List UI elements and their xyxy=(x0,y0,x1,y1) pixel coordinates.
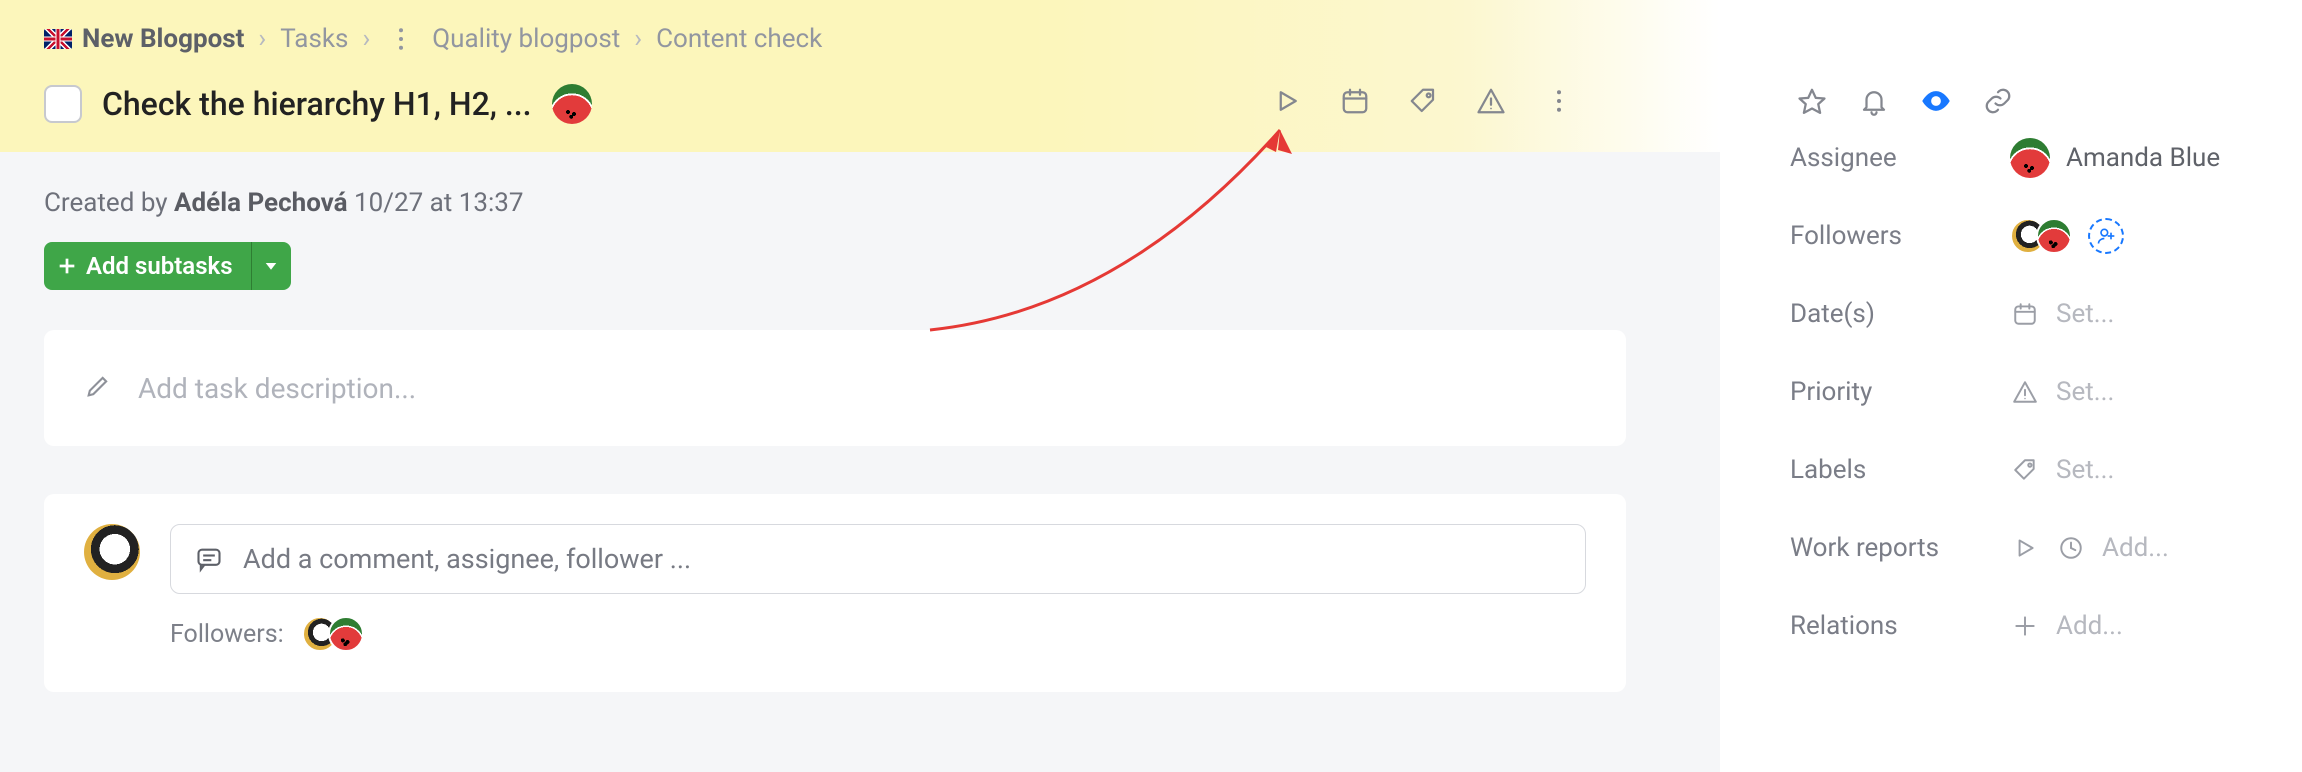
sb-work-value[interactable]: Add... xyxy=(2010,533,2169,563)
current-user-avatar[interactable] xyxy=(84,524,140,580)
add-subtasks-caret[interactable] xyxy=(251,242,291,290)
pencil-icon xyxy=(84,372,112,404)
assignee-name: Amanda Blue xyxy=(2066,143,2220,173)
labels-set: Set... xyxy=(2056,455,2114,485)
sb-dates-value[interactable]: Set... xyxy=(2010,299,2114,329)
followers-label: Followers: xyxy=(170,620,284,649)
sb-workreports-row: Work reports Add... xyxy=(1790,516,2242,580)
chevron-right-icon: › xyxy=(362,24,370,54)
tag-icon[interactable] xyxy=(1406,84,1440,118)
relations-add: Add... xyxy=(2056,611,2123,641)
follower-avatar[interactable] xyxy=(328,616,364,652)
plus-icon xyxy=(56,255,78,277)
sb-followers-value[interactable] xyxy=(2010,218,2124,254)
task-header: New Blogpost › Tasks › Quality blogpost … xyxy=(0,0,1720,152)
sb-dates-label: Date(s) xyxy=(1790,299,2010,329)
breadcrumb-tasks[interactable]: Tasks xyxy=(280,24,348,54)
description-placeholder: Add task description... xyxy=(138,372,416,405)
task-complete-checkbox[interactable] xyxy=(44,85,82,123)
star-icon[interactable] xyxy=(1795,84,1829,118)
breadcrumb-more-icon[interactable] xyxy=(384,22,418,56)
comment-card: Add a comment, assignee, follower ... Fo… xyxy=(44,494,1626,692)
add-follower-button[interactable] xyxy=(2088,218,2124,254)
comment-placeholder: Add a comment, assignee, follower ... xyxy=(243,543,691,575)
breadcrumb-quality[interactable]: Quality blogpost xyxy=(432,24,620,54)
sb-assignee-row: Assignee Amanda Blue xyxy=(1790,126,2242,190)
add-subtasks-label: Add subtasks xyxy=(86,252,233,280)
clock-icon xyxy=(2056,533,2086,563)
more-icon[interactable] xyxy=(1542,84,1576,118)
priority-set: Set... xyxy=(2056,377,2114,407)
sb-assignee-label: Assignee xyxy=(1790,143,2010,173)
sb-labels-label: Labels xyxy=(1790,455,2010,485)
followers-line: Followers: xyxy=(170,616,1586,652)
add-subtasks-button[interactable]: Add subtasks xyxy=(44,242,291,290)
play-icon xyxy=(2010,533,2040,563)
created-by: Adéla Pechová xyxy=(174,188,348,218)
chevron-right-icon: › xyxy=(634,24,642,54)
sb-followers-label: Followers xyxy=(1790,221,2010,251)
sb-relations-label: Relations xyxy=(1790,611,2010,641)
work-add: Add... xyxy=(2102,533,2169,563)
created-line: Created by Adéla Pechová 10/27 at 13:37 xyxy=(44,188,1676,218)
calendar-icon xyxy=(2010,299,2040,329)
plus-icon xyxy=(2010,611,2040,641)
comment-icon xyxy=(195,545,223,573)
followers-avatars[interactable] xyxy=(302,616,364,652)
tag-icon xyxy=(2010,455,2040,485)
sb-assignee-value[interactable]: Amanda Blue xyxy=(2010,138,2220,178)
breadcrumb-root-label: New Blogpost xyxy=(82,24,244,54)
watch-icon[interactable] xyxy=(1919,84,1953,118)
sb-priority-label: Priority xyxy=(1790,377,2010,407)
assignee-avatar[interactable] xyxy=(552,84,592,124)
breadcrumb-content[interactable]: Content check xyxy=(656,24,822,54)
sb-work-label: Work reports xyxy=(1790,533,2010,563)
sb-priority-value[interactable]: Set... xyxy=(2010,377,2114,407)
sb-relations-value[interactable]: Add... xyxy=(2010,611,2123,641)
caret-down-icon xyxy=(262,257,280,275)
calendar-icon[interactable] xyxy=(1338,84,1372,118)
play-icon[interactable] xyxy=(1270,84,1304,118)
created-at: 10/27 at 13:37 xyxy=(348,188,524,218)
assignee-avatar xyxy=(2010,138,2050,178)
breadcrumb-root[interactable]: New Blogpost xyxy=(44,24,244,54)
sb-relations-row: Relations Add... xyxy=(1790,594,2242,658)
uk-flag-icon xyxy=(44,29,72,49)
warning-icon xyxy=(2010,377,2040,407)
sb-labels-value[interactable]: Set... xyxy=(2010,455,2114,485)
follower-avatar[interactable] xyxy=(2036,218,2072,254)
sb-followers-row: Followers xyxy=(1790,204,2242,268)
sb-labels-row: Labels Set... xyxy=(1790,438,2242,502)
created-prefix: Created by xyxy=(44,188,174,218)
sb-priority-row: Priority Set... xyxy=(1790,360,2242,424)
dates-set: Set... xyxy=(2056,299,2114,329)
description-card[interactable]: Add task description... xyxy=(44,330,1626,446)
bell-icon[interactable] xyxy=(1857,84,1891,118)
page-action-bar xyxy=(1795,84,2015,118)
link-icon[interactable] xyxy=(1981,84,2015,118)
warning-icon[interactable] xyxy=(1474,84,1508,118)
chevron-right-icon: › xyxy=(258,24,266,54)
sb-dates-row: Date(s) Set... xyxy=(1790,282,2242,346)
header-toolbar xyxy=(1270,84,1576,118)
add-subtasks-main[interactable]: Add subtasks xyxy=(44,242,251,290)
breadcrumb: New Blogpost › Tasks › Quality blogpost … xyxy=(44,22,1676,56)
task-title[interactable]: Check the hierarchy H1, H2, ... xyxy=(102,85,532,123)
comment-input[interactable]: Add a comment, assignee, follower ... xyxy=(170,524,1586,594)
